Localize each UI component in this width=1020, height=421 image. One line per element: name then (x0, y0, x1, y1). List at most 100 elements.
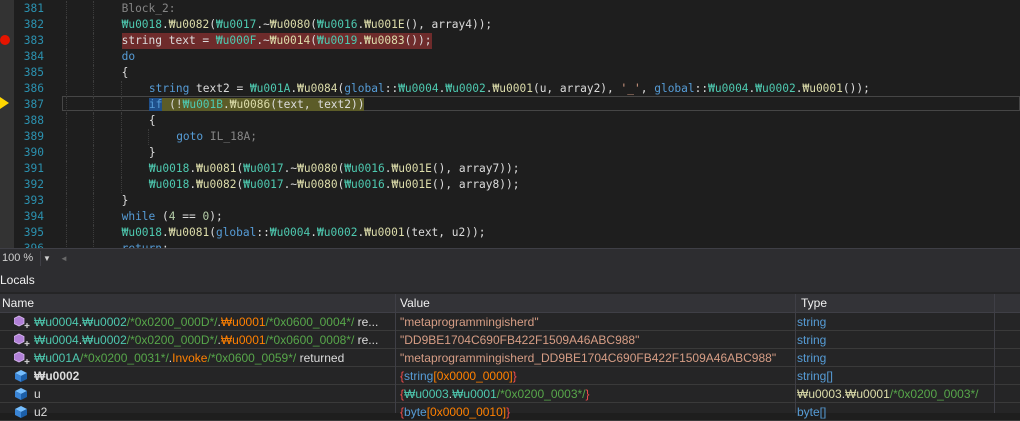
locals-row[interactable]: ₩u001A/*0x0200_0031*/.Invoke/*0x0600_005… (0, 349, 1020, 367)
code-line[interactable]: 392 ₩u0018.₩u0082(₩u0017.~₩u0080(₩u0016.₩… (0, 177, 1020, 193)
code-line[interactable]: 390} (0, 145, 1020, 161)
code-token: ₩u0016 (344, 178, 385, 191)
locals-row[interactable]: u2 {byte[0x0000_0010]} byte[] (0, 403, 1020, 421)
indent-guide (93, 129, 95, 145)
code-line[interactable]: 388 { (0, 113, 1020, 129)
value-token: re... (354, 333, 379, 347)
code-line[interactable]: 387 if (!₩u001B.₩u0086(text, text2)) (0, 97, 1020, 113)
line-number: 396 (14, 241, 44, 248)
locals-value-cell[interactable]: "DD9BE1704C690FB422F1509A46ABC988" (400, 331, 792, 349)
indent-guide (120, 97, 123, 113)
code-token: ₩u0081 (196, 162, 237, 175)
locals-name: ₩u0002 (34, 367, 79, 385)
value-token: "metaprogrammingisherd" (400, 315, 539, 329)
indent-guide (66, 209, 68, 225)
code-token: .~ (256, 34, 270, 47)
value-token: ₩u0001 (452, 387, 497, 401)
value-token: ₩u0002 (34, 369, 80, 383)
code-line[interactable]: 396 return; (0, 241, 1020, 248)
value-token: /*0x0600_0059*/ (207, 351, 297, 365)
indent-guide (93, 65, 95, 81)
locals-value-cell[interactable]: "metaprogrammingisherd" (400, 313, 792, 331)
code-token: global (215, 226, 257, 239)
indent-guide (66, 161, 68, 177)
code-line[interactable]: 389 goto IL_18A; (0, 129, 1020, 145)
code-token: ₩u0083 (364, 34, 405, 47)
indent-guide (120, 113, 123, 129)
code-line[interactable]: 391 ₩u0018.₩u0081(₩u0017.~₩u0080(₩u0016.₩… (0, 161, 1020, 177)
code-text: string text2 = ₩u001A.₩u0084(global::₩u0… (149, 81, 870, 97)
indent-guide (66, 33, 68, 49)
code-line[interactable]: 384 do (0, 49, 1020, 65)
code-token: . (485, 82, 493, 95)
column-splitter[interactable] (795, 294, 796, 413)
locals-value-cell[interactable]: {byte[0x0000_0010]} (400, 403, 792, 421)
locals-value-cell[interactable]: {string[0x0000_0000]} (400, 367, 792, 385)
indent-guide (120, 177, 123, 193)
indent-guide (66, 97, 68, 113)
indent-guide (120, 129, 123, 145)
code-line[interactable]: 383 string text = ₩u000F.~₩u0014(₩u0019.₩… (0, 33, 1020, 49)
locals-row[interactable]: u {₩u0003.₩u0001/*0x0200_0003*/} ₩u0003.₩u… (0, 385, 1020, 403)
code-text: return; (122, 241, 169, 248)
indent-guide (147, 129, 150, 145)
indent-guide (93, 161, 95, 177)
code-line[interactable]: 385 { (0, 65, 1020, 81)
line-number: 391 (23, 162, 44, 175)
indent-guide (93, 33, 95, 49)
code-token: ₩u001A (249, 82, 291, 95)
value-token: u (34, 387, 41, 401)
column-header-value[interactable]: Value (400, 294, 430, 313)
code-line[interactable]: 381 Block_2: (0, 1, 1020, 17)
indent-guide (93, 113, 95, 129)
locals-value-cell[interactable]: "metaprogrammingisherd_DD9BE1704C690FB42… (400, 349, 792, 367)
code-token: . (310, 226, 318, 239)
code-line[interactable]: 386 string text2 = ₩u001A.₩u0084(global::… (0, 81, 1020, 97)
code-line[interactable]: 394 while (4 == 0); (0, 209, 1020, 225)
column-header-name[interactable]: Name (2, 294, 34, 313)
code-token: (! (162, 98, 183, 111)
execution-pointer-icon[interactable] (0, 97, 9, 109)
code-line[interactable]: 393} (0, 193, 1020, 209)
code-token: :: (384, 82, 399, 95)
value-token: ₩u0001 (220, 315, 266, 329)
indent-guide (66, 145, 68, 161)
code-token: ₩u0018 (148, 162, 190, 175)
zoom-combobox[interactable]: 100 % ▼ (0, 251, 52, 266)
code-token: } (121, 194, 129, 207)
column-splitter[interactable] (994, 294, 995, 413)
code-token: ₩u0082 (168, 18, 210, 31)
column-header-type[interactable]: Type (801, 294, 827, 313)
column-splitter[interactable] (395, 294, 396, 413)
scroll-left-icon[interactable]: ◄ (60, 254, 68, 263)
value-token: "DD9BE1704C690FB422F1509A46ABC988" (400, 333, 640, 347)
locals-name-cell: ₩u0004.₩u0002/*0x0200_000D*/.₩u0001/*0x0… (0, 313, 395, 331)
code-token: } (148, 146, 156, 159)
locals-row[interactable]: ₩u0004.₩u0002/*0x0200_000D*/.₩u0001/*0x0… (0, 331, 1020, 349)
indent-guide (93, 17, 95, 33)
code-token: ₩u000F (215, 34, 257, 47)
code-line[interactable]: 382 ₩u0018.₩u0082(₩u0017.~₩u0080(₩u0016.₩… (0, 17, 1020, 33)
code-line[interactable]: 395 ₩u0018.₩u0081(global::₩u0004.₩u0002.₩… (0, 225, 1020, 241)
locals-row[interactable]: ₩u0004.₩u0002/*0x0200_000D*/.₩u0001/*0x0… (0, 313, 1020, 331)
code-text: do (122, 49, 135, 65)
value-token: byte (404, 405, 427, 419)
locals-value-cell[interactable]: {₩u0003.₩u0001/*0x0200_0003*/} (400, 385, 792, 403)
code-token: ₩u0004 (708, 82, 749, 95)
code-token: .~ (256, 18, 270, 31)
code-token: if (148, 98, 163, 111)
value-token: ₩u0001 (845, 387, 890, 401)
value-token: /*0x0600_0008*/ (265, 333, 355, 347)
locals-name-cell: u2 (0, 403, 395, 421)
code-token: ₩u0016 (317, 18, 358, 31)
locals-row[interactable]: ₩u0002 {string[0x0000_0000]} string[] (0, 367, 1020, 385)
code-token: ₩u0002 (445, 82, 486, 95)
code-token: :: (256, 226, 270, 239)
code-editor[interactable]: 381 Block_2: 382 ₩u0018.₩u0082(₩u0017.~₩u00… (0, 0, 1020, 248)
locals-title: Locals (0, 273, 35, 287)
breakpoint-icon[interactable] (0, 35, 10, 45)
code-token: . (162, 226, 169, 239)
horizontal-scrollbar[interactable]: ◄ (60, 254, 1010, 263)
line-number: 388 (23, 114, 44, 127)
chevron-down-icon[interactable]: ▼ (40, 251, 53, 266)
